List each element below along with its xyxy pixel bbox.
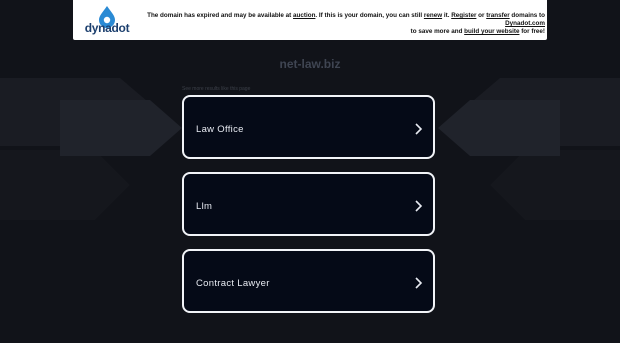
domain-title: net-law.biz — [279, 57, 341, 71]
chevron-right-icon — [415, 200, 423, 212]
expiry-notice: The domain has expired and may be availa… — [135, 12, 545, 36]
notice-text: The domain has expired and may be availa… — [147, 12, 294, 19]
register-link[interactable]: Register — [451, 12, 476, 19]
transfer-link[interactable]: transfer — [486, 12, 509, 19]
dynadot-com-link[interactable]: Dynadot.com — [505, 20, 545, 27]
notice-text: . If this is your domain, you can still — [315, 12, 424, 19]
related-link-contract-lawyer[interactable]: Contract Lawyer — [182, 249, 435, 313]
related-link-label: Contract Lawyer — [196, 278, 270, 289]
build-website-link[interactable]: build your website — [464, 28, 519, 35]
chevron-right-icon — [415, 123, 423, 135]
notice-text: or — [476, 12, 487, 19]
notice-text: to save more and — [410, 28, 465, 35]
related-link-llm[interactable]: Llm — [182, 172, 435, 236]
related-searches-label: See more results like this page — [182, 86, 251, 92]
renew-link[interactable]: renew — [424, 12, 442, 19]
auction-link[interactable]: auction — [293, 12, 315, 19]
dynadot-logo-text: dynadot — [84, 21, 130, 35]
related-link-label: Law Office — [196, 124, 244, 135]
expired-domain-banner: dynadot The domain has expired and may b… — [73, 0, 547, 40]
notice-text: domains to — [509, 12, 545, 19]
related-link-law-office[interactable]: Law Office — [182, 95, 435, 159]
chevron-right-icon — [415, 277, 423, 289]
notice-text: for free! — [519, 28, 545, 35]
related-link-label: Llm — [196, 201, 213, 212]
notice-text: it. — [442, 12, 452, 19]
